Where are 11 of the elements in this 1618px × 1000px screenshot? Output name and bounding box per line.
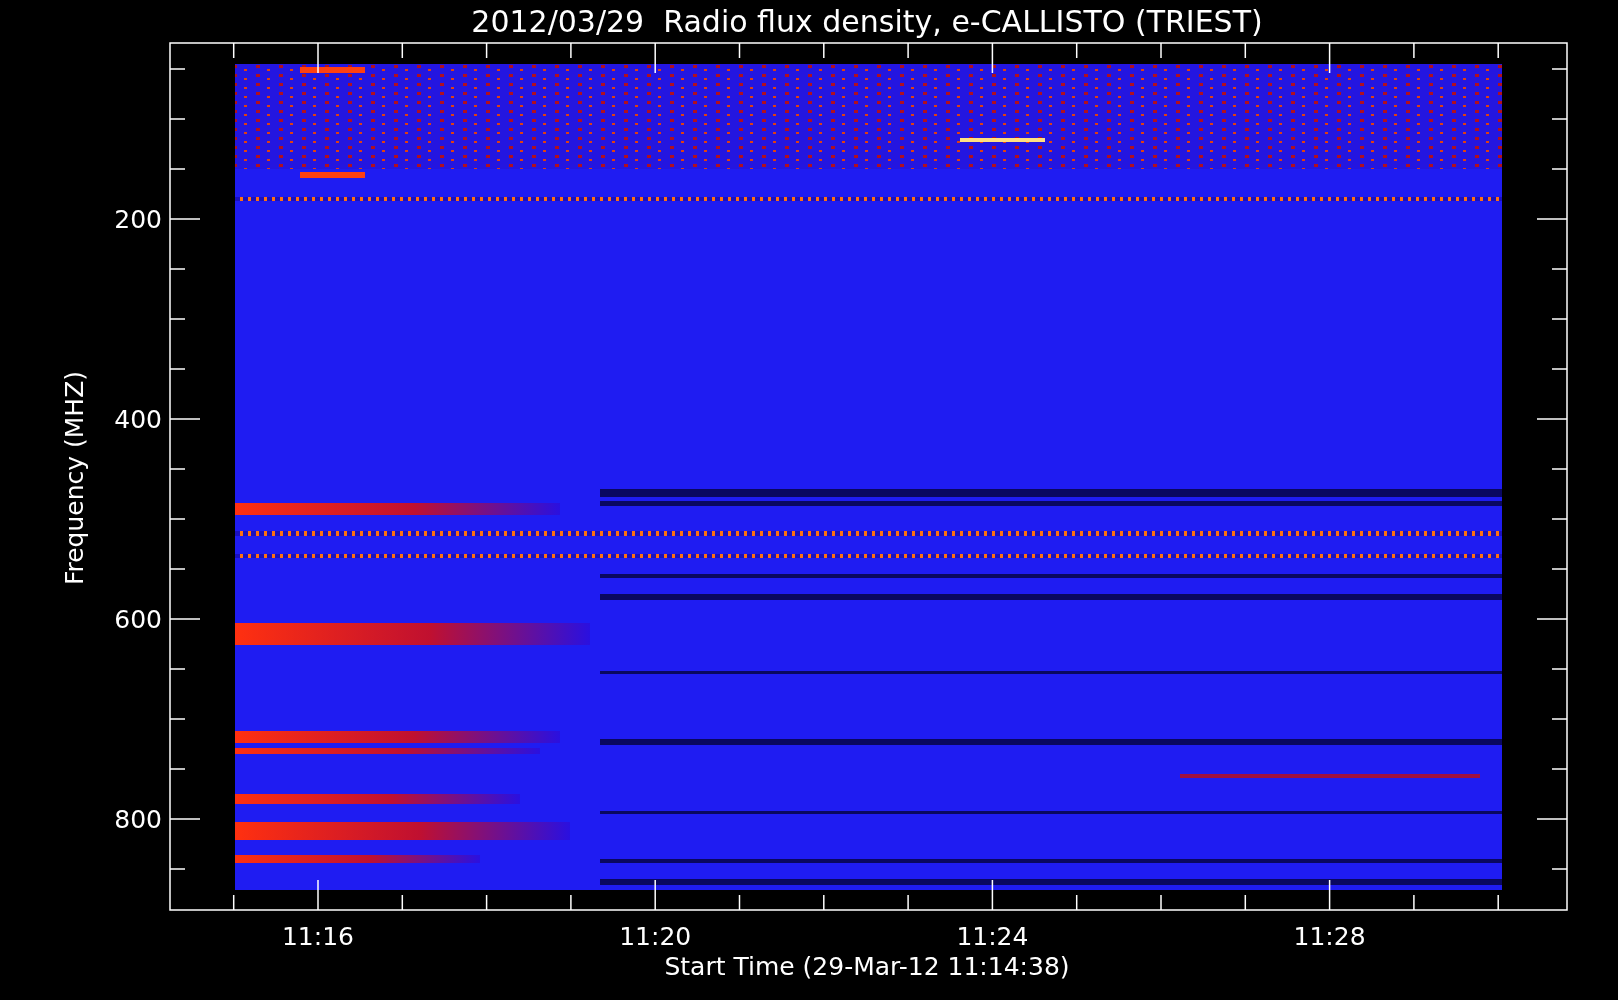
y-tick-label: 600 (114, 605, 162, 634)
x-axis-label: Start Time (29-Mar-12 11:14:38) (664, 952, 1070, 981)
y-axis-label: Frequency (MHZ) (60, 370, 89, 586)
chart-title: 2012/03/29 Radio flux density, e-CALLISTO (TRIEST) (471, 4, 1263, 39)
y-tick-label: 800 (114, 805, 162, 834)
x-tick-label: 11:24 (956, 922, 1029, 951)
x-tick-label: 11:28 (1293, 922, 1366, 951)
x-tick-label: 11:16 (282, 922, 354, 951)
y-tick-label: 200 (114, 205, 162, 234)
y-tick-label: 400 (114, 405, 162, 434)
x-tick-label: 11:20 (619, 922, 692, 951)
